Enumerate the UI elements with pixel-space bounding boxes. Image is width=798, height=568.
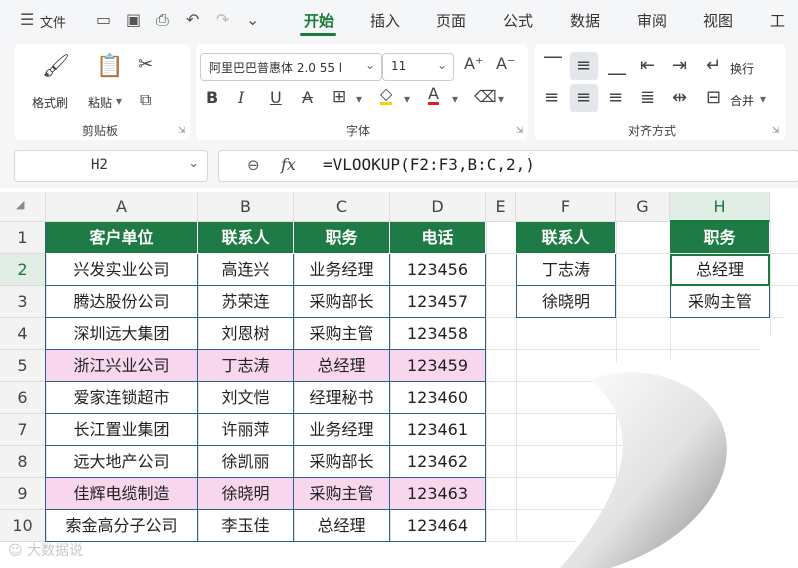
watermark: ☺ 大数据说 xyxy=(8,540,83,560)
watermark-text: 大数据说 xyxy=(27,543,84,559)
page-curl-decoration xyxy=(540,300,798,568)
watermark-icon: ☺ xyxy=(8,543,23,559)
